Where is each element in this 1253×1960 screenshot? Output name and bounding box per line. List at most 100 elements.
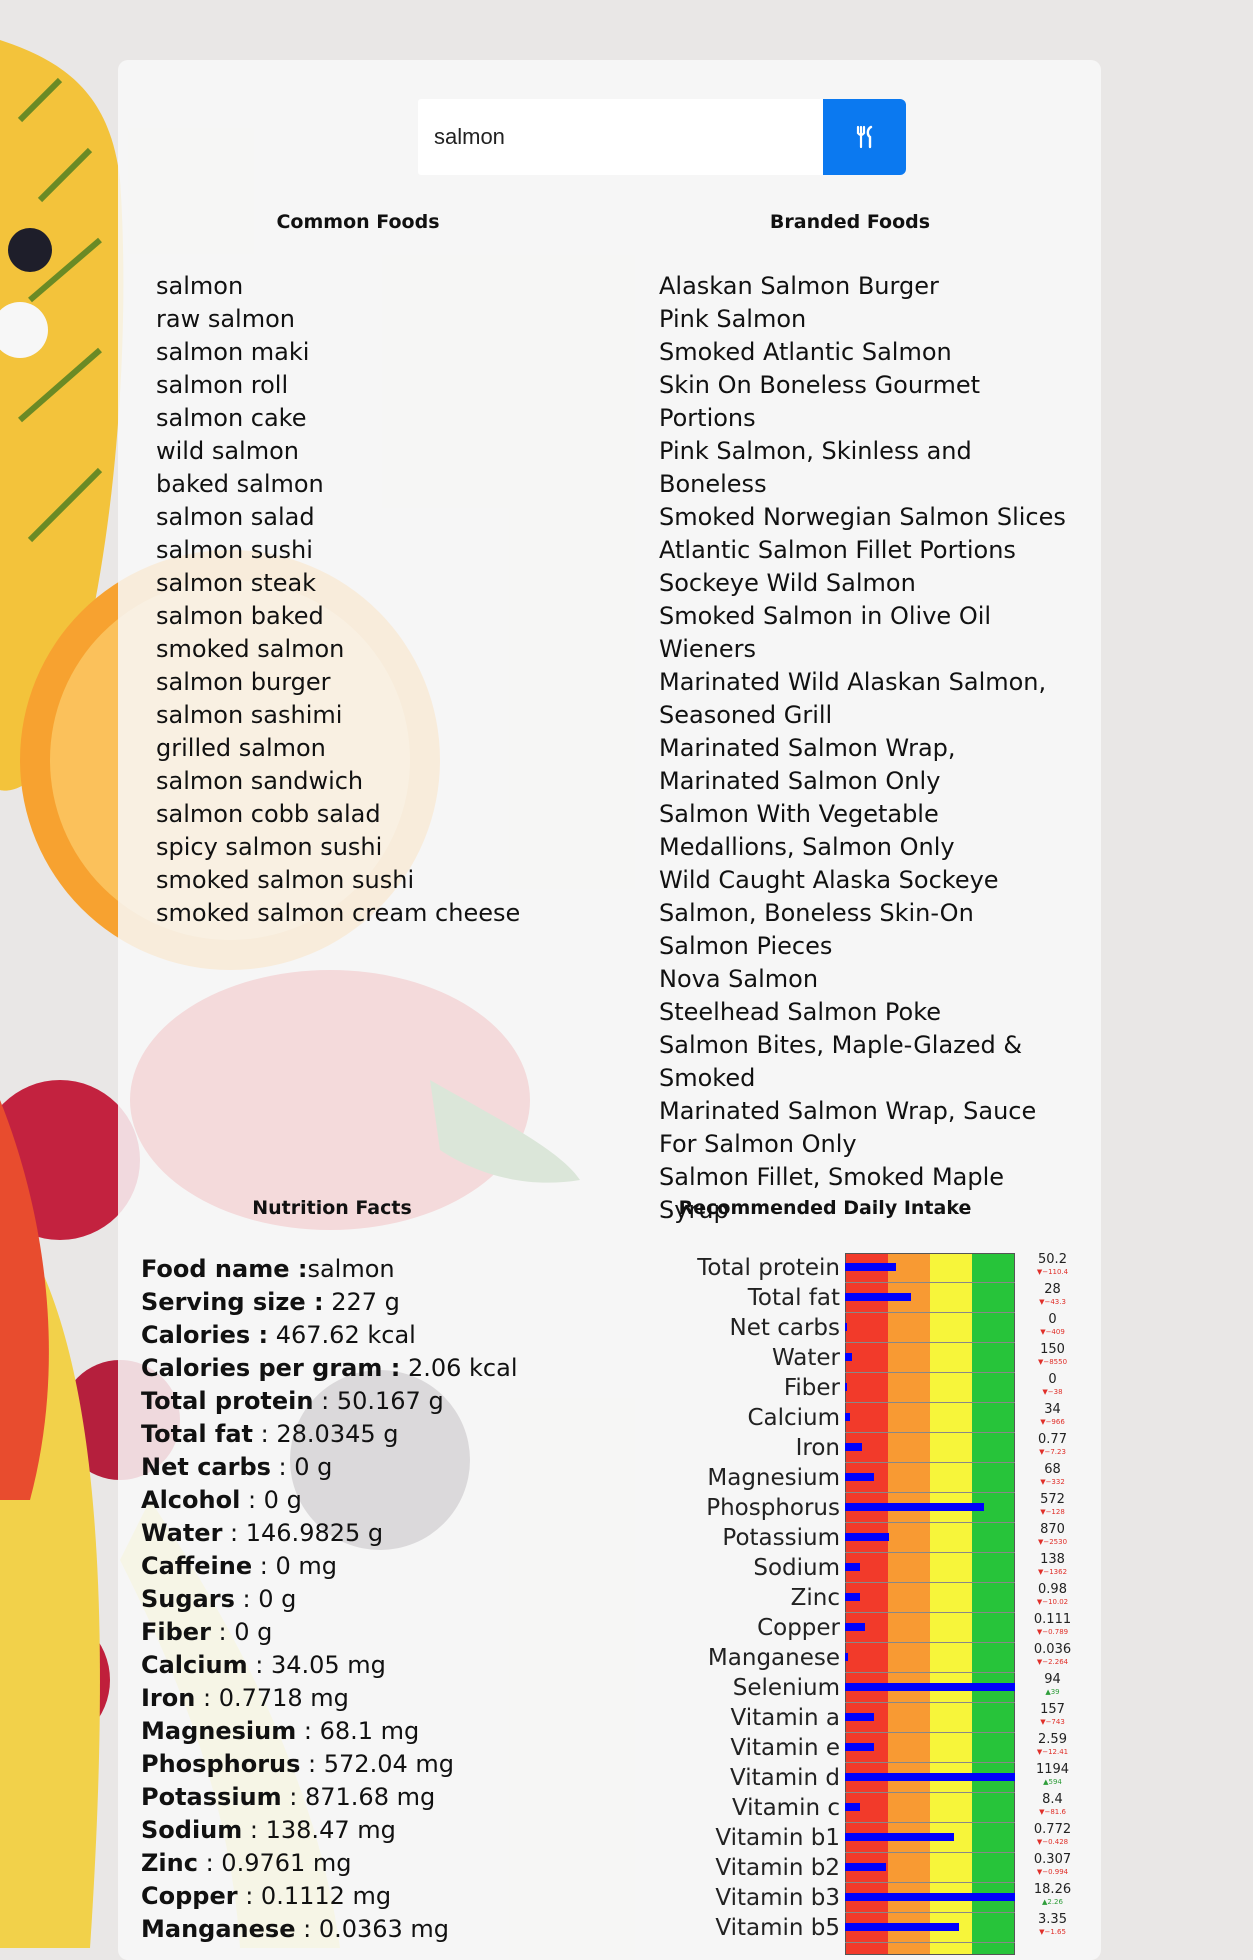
branded-food-item[interactable]: Salmon Bites, Maple-Glazed & Smoked — [659, 1029, 1074, 1095]
common-food-item[interactable]: grilled salmon — [156, 732, 576, 765]
branded-food-item[interactable]: Pink Salmon, Skinless and Boneless — [659, 435, 1074, 501]
common-food-item[interactable]: spicy salmon sushi — [156, 831, 576, 864]
common-food-item[interactable]: smoked salmon — [156, 633, 576, 666]
nutrition-fact-value: : 0.0363 mg — [295, 1915, 450, 1943]
intake-row: Vitamin b1 0.772 ▼−0.428 — [600, 1823, 1080, 1853]
nutrition-fact-row: Sugars : 0 g — [141, 1583, 601, 1616]
branded-food-item[interactable]: Skin On Boneless Gourmet Portions — [659, 369, 1074, 435]
branded-food-item[interactable]: Smoked Norwegian Salmon Slices — [659, 501, 1074, 534]
intake-label: Vitamin b1 — [715, 1825, 840, 1851]
branded-food-item[interactable]: Marinated Salmon Wrap, Marinated Salmon … — [659, 732, 1074, 798]
intake-label: Magnesium — [707, 1465, 840, 1491]
common-food-item[interactable]: salmon steak — [156, 567, 576, 600]
nutrition-fact-row: Zinc : 0.9761 mg — [141, 1847, 601, 1880]
intake-value: 0.98 — [1038, 1582, 1067, 1597]
branded-food-item[interactable]: Salmon With Vegetable Medallions, Salmon… — [659, 798, 1074, 864]
branded-food-item[interactable]: Alaskan Salmon Burger — [659, 270, 1074, 303]
branded-food-item[interactable]: Wild Caught Alaska Sockeye Salmon, Bonel… — [659, 864, 1074, 930]
intake-value: 50.2 — [1038, 1252, 1067, 1267]
intake-row: Zinc 0.98 ▼−10.02 — [600, 1583, 1080, 1613]
intake-row: Water 150 ▼−8550 — [600, 1343, 1080, 1373]
nutrition-fact-row: Calories : 467.62 kcal — [141, 1319, 601, 1352]
nutrition-fact-label: Sugars — [141, 1585, 235, 1613]
intake-row: Vitamin b2 0.307 ▼−0.994 — [600, 1853, 1080, 1883]
intake-diff: ▲594 — [1043, 1778, 1062, 1786]
common-food-item[interactable]: salmon — [156, 270, 576, 303]
daily-intake-title: Recommended Daily Intake — [678, 1197, 972, 1219]
common-food-item[interactable]: wild salmon — [156, 435, 576, 468]
intake-diff: ▼−8550 — [1037, 1358, 1068, 1366]
nutrition-fact-row: Sodium : 138.47 mg — [141, 1814, 601, 1847]
intake-diff: ▼−110.4 — [1036, 1268, 1069, 1276]
intake-label: Sodium — [753, 1555, 840, 1581]
common-food-item[interactable]: raw salmon — [156, 303, 576, 336]
intake-bar — [845, 1323, 847, 1331]
nutrition-fact-value: 227 g — [323, 1288, 400, 1316]
nutrition-fact-label: Calories : — [141, 1321, 269, 1349]
nutrition-fact-label: Serving size : — [141, 1288, 324, 1316]
common-food-item[interactable]: salmon sandwich — [156, 765, 576, 798]
search-bar — [418, 99, 906, 175]
common-food-item[interactable]: salmon salad — [156, 501, 576, 534]
intake-bar — [845, 1413, 851, 1421]
intake-row: Magnesium 68 ▼−332 — [600, 1463, 1080, 1493]
intake-value: 68 — [1044, 1462, 1061, 1477]
intake-bar — [845, 1473, 874, 1481]
intake-diff: ▼−409 — [1040, 1328, 1065, 1336]
nutrition-fact-value: : 0 g — [240, 1486, 302, 1514]
nutrition-fact-value: : 871.68 mg — [281, 1783, 436, 1811]
intake-value: 150 — [1040, 1342, 1065, 1357]
branded-food-item[interactable]: Marinated Salmon Wrap, Sauce For Salmon … — [659, 1095, 1074, 1161]
intake-label: Vitamin b3 — [715, 1885, 840, 1911]
intake-value: 0.307 — [1033, 1852, 1072, 1867]
branded-food-item[interactable]: Sockeye Wild Salmon — [659, 567, 1074, 600]
intake-diff: ▼−0.789 — [1036, 1628, 1069, 1636]
common-food-item[interactable]: smoked salmon sushi — [156, 864, 576, 897]
search-button[interactable] — [823, 99, 906, 175]
intake-diff: ▼−1362 — [1037, 1568, 1068, 1576]
nutrition-fact-value: salmon — [307, 1255, 395, 1283]
intake-row: Vitamin b3 18.26 ▲2.26 — [600, 1883, 1080, 1913]
branded-food-item[interactable]: Smoked Salmon in Olive Oil Wieners — [659, 600, 1074, 666]
intake-bar — [845, 1743, 874, 1751]
branded-food-item[interactable]: Salmon Pieces — [659, 930, 1074, 963]
intake-row: Potassium 870 ▼−2530 — [600, 1523, 1080, 1553]
common-food-item[interactable]: salmon sushi — [156, 534, 576, 567]
intake-value: 870 — [1040, 1522, 1065, 1537]
common-food-item[interactable]: salmon burger — [156, 666, 576, 699]
intake-label: Vitamin b5 — [715, 1915, 840, 1941]
nutrition-fact-row: Manganese : 0.0363 mg — [141, 1913, 601, 1946]
branded-food-item[interactable]: Atlantic Salmon Fillet Portions — [659, 534, 1074, 567]
branded-food-item[interactable]: Marinated Wild Alaskan Salmon, Seasoned … — [659, 666, 1074, 732]
nutrition-fact-label: Alcohol — [141, 1486, 241, 1514]
common-food-item[interactable]: salmon sashimi — [156, 699, 576, 732]
nutrition-facts-title: Nutrition Facts — [252, 1197, 412, 1219]
intake-row: Phosphorus 572 ▼−128 — [600, 1493, 1080, 1523]
food-search-input[interactable] — [418, 99, 823, 175]
branded-food-item[interactable]: Nova Salmon — [659, 963, 1074, 996]
nutrition-fact-label: Phosphorus — [141, 1750, 301, 1778]
nutrition-fact-label: Caffeine — [141, 1552, 253, 1580]
intake-label: Vitamin a — [730, 1705, 840, 1731]
branded-foods-title: Branded Foods — [769, 211, 931, 233]
common-food-item[interactable]: salmon baked — [156, 600, 576, 633]
common-food-item[interactable]: salmon cake — [156, 402, 576, 435]
common-food-item[interactable]: salmon maki — [156, 336, 576, 369]
nutrition-fact-label: Iron — [141, 1684, 196, 1712]
intake-row: Selenium 94 ▲39 — [600, 1673, 1080, 1703]
intake-value: 0 — [1048, 1312, 1057, 1327]
branded-food-item[interactable]: Steelhead Salmon Poke — [659, 996, 1074, 1029]
intake-diff: ▼−81.6 — [1039, 1808, 1066, 1816]
intake-bar — [845, 1293, 912, 1301]
branded-food-item[interactable]: Smoked Atlantic Salmon — [659, 336, 1074, 369]
intake-bar — [845, 1593, 861, 1601]
common-food-item[interactable]: salmon roll — [156, 369, 576, 402]
branded-food-item[interactable]: Pink Salmon — [659, 303, 1074, 336]
common-food-item[interactable]: baked salmon — [156, 468, 576, 501]
intake-bar — [845, 1803, 861, 1811]
common-food-item[interactable]: smoked salmon cream cheese — [156, 897, 576, 930]
common-foods-title: Common Foods — [276, 211, 440, 233]
intake-diff: ▼−38 — [1042, 1388, 1063, 1396]
common-food-item[interactable]: salmon cobb salad — [156, 798, 576, 831]
nutrition-fact-row: Alcohol : 0 g — [141, 1484, 601, 1517]
